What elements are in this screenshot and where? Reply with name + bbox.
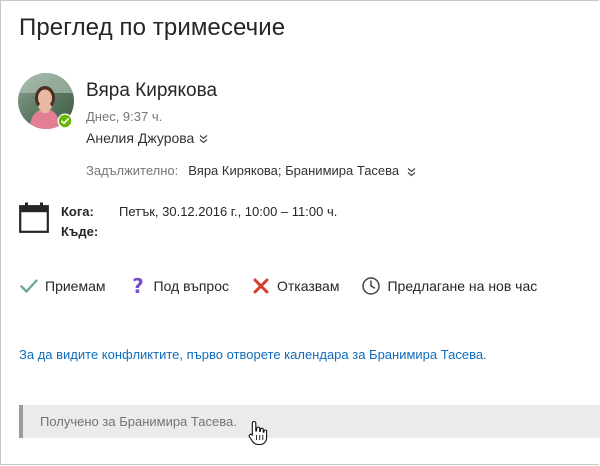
decline-label: Отказвам xyxy=(276,278,340,294)
presence-available-icon xyxy=(57,113,73,129)
where-label: Къде: xyxy=(61,223,99,239)
when-value: Петък, 30.12.2016 г., 10:00 – 11:00 ч. xyxy=(119,203,338,219)
calendar-icon xyxy=(19,202,49,233)
required-label: Задължително: xyxy=(86,163,179,178)
propose-new-time-label: Предлагане на нов час xyxy=(387,278,538,294)
hand-cursor-icon xyxy=(248,420,268,446)
svg-text:?: ? xyxy=(132,276,144,296)
tentative-button[interactable]: ? Под въпрос xyxy=(128,274,229,298)
meeting-details: Кога: Петък, 30.12.2016 г., 10:00 – 11:0… xyxy=(61,201,337,241)
sender-name[interactable]: Вяра Кирякова xyxy=(86,80,217,102)
check-icon xyxy=(19,276,39,296)
sent-timestamp: Днес, 9:37 ч. xyxy=(86,109,163,124)
required-attendees[interactable]: Задължително: Вяра Кирякова; Бранимира Т… xyxy=(86,163,416,178)
double-chevron-down-icon xyxy=(407,167,416,177)
response-actions: Приемам ? Под въпрос Отказвам Предлагане… xyxy=(19,274,537,298)
accept-button[interactable]: Приемам xyxy=(19,276,106,296)
decline-button[interactable]: Отказвам xyxy=(251,276,339,296)
required-attendees-list: Вяра Кирякова; Бранимира Тасева xyxy=(188,163,400,178)
open-calendar-link[interactable]: За да видите конфликтите, първо отворете… xyxy=(19,347,487,362)
propose-new-time-button[interactable]: Предлагане на нов час xyxy=(361,276,537,296)
recipient-toggle[interactable]: Анелия Джурова xyxy=(86,130,208,146)
question-icon: ? xyxy=(128,274,148,298)
received-for-text: Получено за Бранимира Тасева. xyxy=(40,414,237,429)
tentative-label: Под въпрос xyxy=(153,278,229,294)
received-for-infobar: Получено за Бранимира Тасева. xyxy=(19,405,600,438)
clock-icon xyxy=(361,276,381,296)
close-icon xyxy=(251,276,271,296)
message-subject: Преглед по тримесечие xyxy=(19,14,286,41)
double-chevron-down-icon xyxy=(199,134,208,144)
accept-label: Приемам xyxy=(45,278,106,294)
recipient-name: Анелия Джурова xyxy=(86,130,195,146)
when-label: Кога: xyxy=(61,203,94,219)
